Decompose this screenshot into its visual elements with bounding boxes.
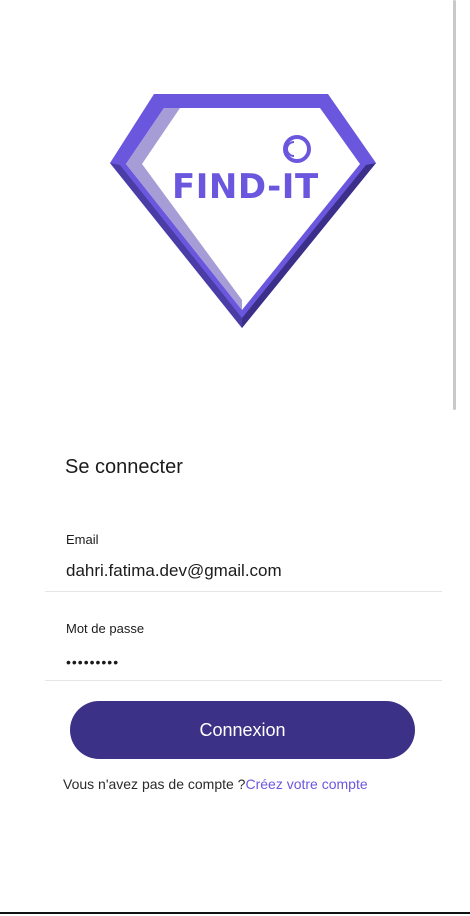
bottom-divider	[0, 912, 470, 914]
signup-link[interactable]: Créez votre compte	[245, 776, 367, 792]
email-input[interactable]	[66, 561, 426, 581]
find-it-logo: FIND-IT	[108, 88, 380, 333]
password-label: Mot de passe	[66, 621, 145, 636]
page-title: Se connecter	[65, 456, 183, 478]
login-screen: FIND-IT Se connecter Email Mot de passe …	[0, 0, 470, 916]
email-label: Email	[66, 532, 99, 547]
email-field: Email	[45, 530, 442, 592]
password-input[interactable]	[66, 654, 426, 670]
password-field: Mot de passe	[45, 619, 442, 681]
scrollbar[interactable]	[453, 0, 456, 410]
login-button[interactable]: Connexion	[70, 701, 415, 759]
diamond-logo-icon	[110, 94, 376, 328]
signup-prompt-text: Vous n'avez pas de compte ?	[63, 776, 246, 792]
logo-text: FIND-IT	[172, 167, 319, 207]
signup-prompt-line: Vous n'avez pas de compte ?Créez votre c…	[63, 776, 368, 792]
